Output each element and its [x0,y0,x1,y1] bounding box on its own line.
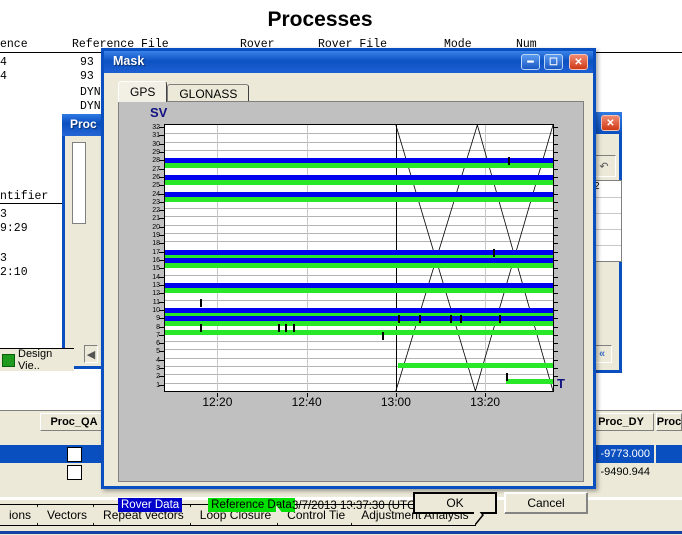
visibility-bar-reference-sv4 [397,362,553,368]
left-panel-rule [0,203,70,204]
nested-close-icon[interactable]: ✕ [601,115,620,131]
cycle-slip-marker [508,157,511,166]
visibility-bar-reference-sv28 [165,163,553,169]
left-panel-text: ntifier [0,190,49,203]
cycle-slip-marker [397,315,400,324]
grid-column-header[interactable]: Proc [656,413,682,431]
cycle-slip-marker [506,373,509,382]
visibility-bar-reference-sv13 [165,287,553,293]
table-row-cell: DYN [80,100,101,113]
bottom-tab-vectors[interactable]: Vectors [38,504,103,526]
legend-key-rover: Rover Data [118,498,183,512]
design-view-item[interactable]: Design Vie.. [0,348,74,372]
grid-filter-cell[interactable] [656,431,682,445]
table-row-cell: DYN [80,86,101,99]
table-row-value[interactable]: -9490.944 [588,463,654,481]
cycle-slip-marker [293,323,296,332]
x-axis-tick-labels: 12:20 12:40 13:00 13:20 [164,395,556,411]
visibility-bar-reference-sv2 [506,379,553,385]
page-title: Processes [267,8,373,31]
left-panel-text: 3 [0,252,7,265]
table-row[interactable] [656,445,682,463]
x-tick-label: 13:20 [470,395,501,409]
cycle-slip-marker [382,331,385,340]
ok-button[interactable]: OK [413,492,497,514]
cycle-slip-marker [285,323,288,332]
left-panel-text: 2:10 [0,266,28,279]
x-tick-label: 13:00 [380,395,411,409]
proc-qa-checkbox[interactable] [66,464,82,480]
y-axis-title: SV [150,105,168,120]
table-row[interactable] [40,463,108,481]
design-view-icon [2,353,15,367]
tab-glonass[interactable]: GLONASS [167,84,250,102]
table-row-cell: 4 [0,70,7,83]
visibility-bar-reference-sv26 [165,179,553,185]
table-row-cell: 93 [80,56,94,69]
cycle-slip-marker [492,248,495,257]
minimize-icon[interactable]: ━ [521,54,540,70]
grid-filter-cell[interactable] [0,431,40,445]
mask-dialog-title: Mask [113,54,145,68]
visibility-bar-reference-sv24 [165,196,553,202]
design-view-label: Design Vie.. [18,348,53,372]
background-left-panel: ntifier 3 9:29 3 2:10 [0,190,70,360]
proc-qa-checkbox[interactable] [66,446,82,462]
table-row[interactable] [40,445,108,463]
x-axis-title: T [557,376,565,391]
y-axis-tick-labels: 32 31 30 29 28 27 26 25 24 23 22 21 20 19 18 17 16 15 14 13… [127,124,163,392]
table-row[interactable] [0,463,40,481]
bottom-tab-ions[interactable]: ions [0,504,47,526]
x-tick-label: 12:20 [202,395,233,409]
cycle-slip-marker [419,315,422,324]
status-bar-line [0,531,682,534]
visibility-bar-reference-sv16 [165,263,553,268]
sky-plot-panel: SV T 32 31 30 29 28 27 26 25 24 23 22 21 20 19 18 17 16 1… [118,101,584,482]
table-row-cell: 93 [80,70,94,83]
table-row[interactable] [0,445,40,463]
cycle-slip-marker [498,315,501,324]
left-panel-text: 3 [0,208,7,221]
grid-column-header[interactable]: Proc_DY [588,413,654,431]
cycle-slip-marker [199,298,202,307]
grid-filter-cell[interactable] [40,431,108,445]
maximize-icon[interactable]: ☐ [544,54,563,70]
mask-tab-strip: GPS GLONASS [118,81,250,102]
column-header: ence [0,38,28,51]
mask-titlebar[interactable]: Mask ━ ☐ ✕ [104,51,593,73]
table-row-cell: 4 [0,56,7,69]
cycle-slip-marker [277,323,280,332]
proc-inner-field[interactable] [72,142,86,224]
mask-dialog: Mask ━ ☐ ✕ GPS GLONASS SV T 32 31 30 29 28 27 2… [101,48,596,514]
grid-filter-cell[interactable] [588,431,654,445]
cancel-button[interactable]: Cancel [504,492,588,514]
cycle-slip-marker [459,315,462,324]
grid-column-header[interactable]: Proc_QA [40,413,108,431]
visibility-bar-reference-sv9 [165,321,553,327]
visibility-bar-reference-sv8 [165,329,553,335]
table-row-value[interactable]: -9773.000 [588,445,654,463]
table-row[interactable] [656,463,682,481]
cycle-slip-marker [450,315,453,324]
tab-gps[interactable]: GPS [118,81,168,102]
chart-legend: Rover Data Reference Data [118,495,321,515]
scroll-left-button[interactable]: ◀ [84,345,98,363]
left-panel-text: 9:29 [0,222,28,235]
nested-list[interactable]: 2 [592,180,622,262]
close-icon[interactable]: ✕ [569,54,588,70]
satellite-visibility-plot [164,124,554,392]
x-tick-label: 12:40 [291,395,322,409]
proc-window-title: Proc [70,117,97,131]
cycle-slip-marker [199,323,202,332]
